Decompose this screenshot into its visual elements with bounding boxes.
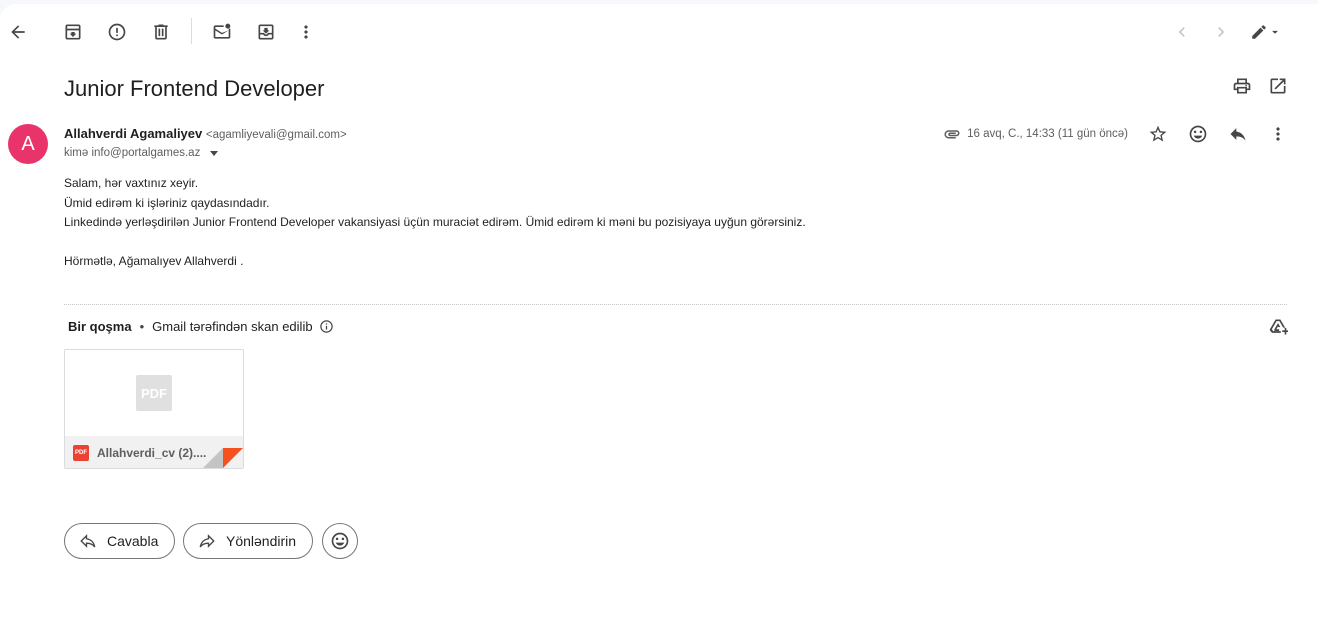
forward-label: Yönləndirin (226, 533, 297, 549)
attachment-preview[interactable]: PDF (65, 350, 243, 436)
message-more-button[interactable] (1262, 118, 1294, 150)
forward-button[interactable]: Yönləndirin (183, 523, 314, 559)
date-area: 16 avq, C., 14:33 (11 gün öncə) (943, 125, 1128, 143)
email-body: Salam, hər vaxtınız xeyir. Ümid edirəm k… (64, 174, 806, 272)
chevron-right-icon (1218, 27, 1225, 37)
recipient-details[interactable]: kimə info@portalgames.az (64, 147, 219, 159)
chevron-left-icon (1178, 27, 1185, 37)
attachment-filename: Allahverdi_cv (2).... (97, 446, 207, 460)
toolbar-divider (191, 18, 192, 44)
newer-button[interactable] (1166, 16, 1198, 48)
reply-icon-button[interactable] (1222, 118, 1254, 150)
attachment-card[interactable]: PDF PDF Allahverdi_cv (2).... (64, 349, 244, 469)
recipient-line: kimə info@portalgames.az (64, 147, 201, 159)
add-reaction-button[interactable] (1182, 118, 1214, 150)
delete-button[interactable] (145, 16, 177, 48)
report-spam-button[interactable] (101, 16, 133, 48)
input-tools-button[interactable] (1244, 16, 1288, 48)
emoji-reaction-button[interactable] (322, 523, 358, 559)
scan-label: Gmail tərəfindən skan edilib (152, 319, 313, 334)
caret-down-icon (1272, 30, 1278, 34)
email-subject: Junior Frontend Developer (64, 76, 325, 101)
report-spam-icon (108, 23, 126, 41)
more-button[interactable] (290, 16, 322, 48)
star-button[interactable] (1142, 118, 1174, 150)
move-to-button[interactable] (250, 16, 282, 48)
emoji-icon (331, 532, 349, 550)
archive-icon (65, 24, 81, 40)
body-line (64, 233, 806, 253)
sender-email: <agamliyevali@gmail.com> (205, 129, 347, 141)
pencil-icon (1252, 25, 1266, 39)
info-icon[interactable] (319, 319, 334, 334)
mark-unread-button[interactable] (206, 16, 238, 48)
reply-label: Cavabla (107, 533, 159, 549)
emoji-icon (1189, 125, 1207, 143)
open-in-new-window-button[interactable] (1262, 70, 1294, 102)
reply-icon (80, 534, 96, 548)
caret-down-icon[interactable] (210, 150, 219, 156)
reply-icon (1230, 128, 1246, 141)
more-vert-icon (1276, 127, 1280, 141)
paperclip-icon (944, 130, 960, 139)
print-button[interactable] (1226, 70, 1258, 102)
sender-name[interactable]: Allahverdi Agamaliyev (64, 126, 202, 141)
attachments-divider (64, 304, 1287, 305)
open-in-new-icon (1270, 78, 1286, 94)
add-to-drive-icon (1269, 319, 1288, 335)
body-line: Ümid edirəm ki işləriniz qaydasındadır. (64, 195, 270, 210)
attachment-count: Bir qoşma (68, 319, 132, 334)
page-fold-icon (203, 448, 243, 468)
archive-button[interactable] (57, 16, 89, 48)
arrow-left-icon (11, 25, 25, 39)
body-line: Hörmətlə, Ağamalıyev Allahverdi . (64, 254, 244, 268)
email-date: 16 avq, C., 14:33 (11 gün öncə) (967, 128, 1128, 140)
older-button[interactable] (1205, 16, 1237, 48)
print-icon (1233, 78, 1251, 94)
back-button[interactable] (2, 16, 34, 48)
reply-button[interactable]: Cavabla (64, 523, 176, 559)
body-line: Salam, hər vaxtınız xeyir. (64, 176, 199, 190)
avatar[interactable]: A (8, 124, 48, 164)
forward-icon (199, 534, 215, 548)
add-to-drive-button[interactable] (1262, 311, 1294, 343)
attachments-header: Bir qoşma • Gmail tərəfindən skan edilib (68, 319, 334, 334)
star-icon (1149, 125, 1167, 142)
more-vert-icon (304, 25, 308, 39)
move-to-icon (258, 24, 274, 40)
mark-unread-icon (213, 23, 231, 39)
message-panel: Junior Frontend Developer A Allahverdi A… (0, 4, 1318, 622)
body-line: Linkedində yerləşdirilən Junior Frontend… (64, 215, 806, 229)
separator-dot: • (139, 319, 145, 334)
sender-info: Allahverdi Agamaliyev <agamliyevali@gmai… (64, 126, 347, 141)
pdf-badge-icon: PDF (73, 445, 89, 461)
pdf-icon: PDF (136, 375, 172, 411)
trash-icon (154, 24, 168, 40)
